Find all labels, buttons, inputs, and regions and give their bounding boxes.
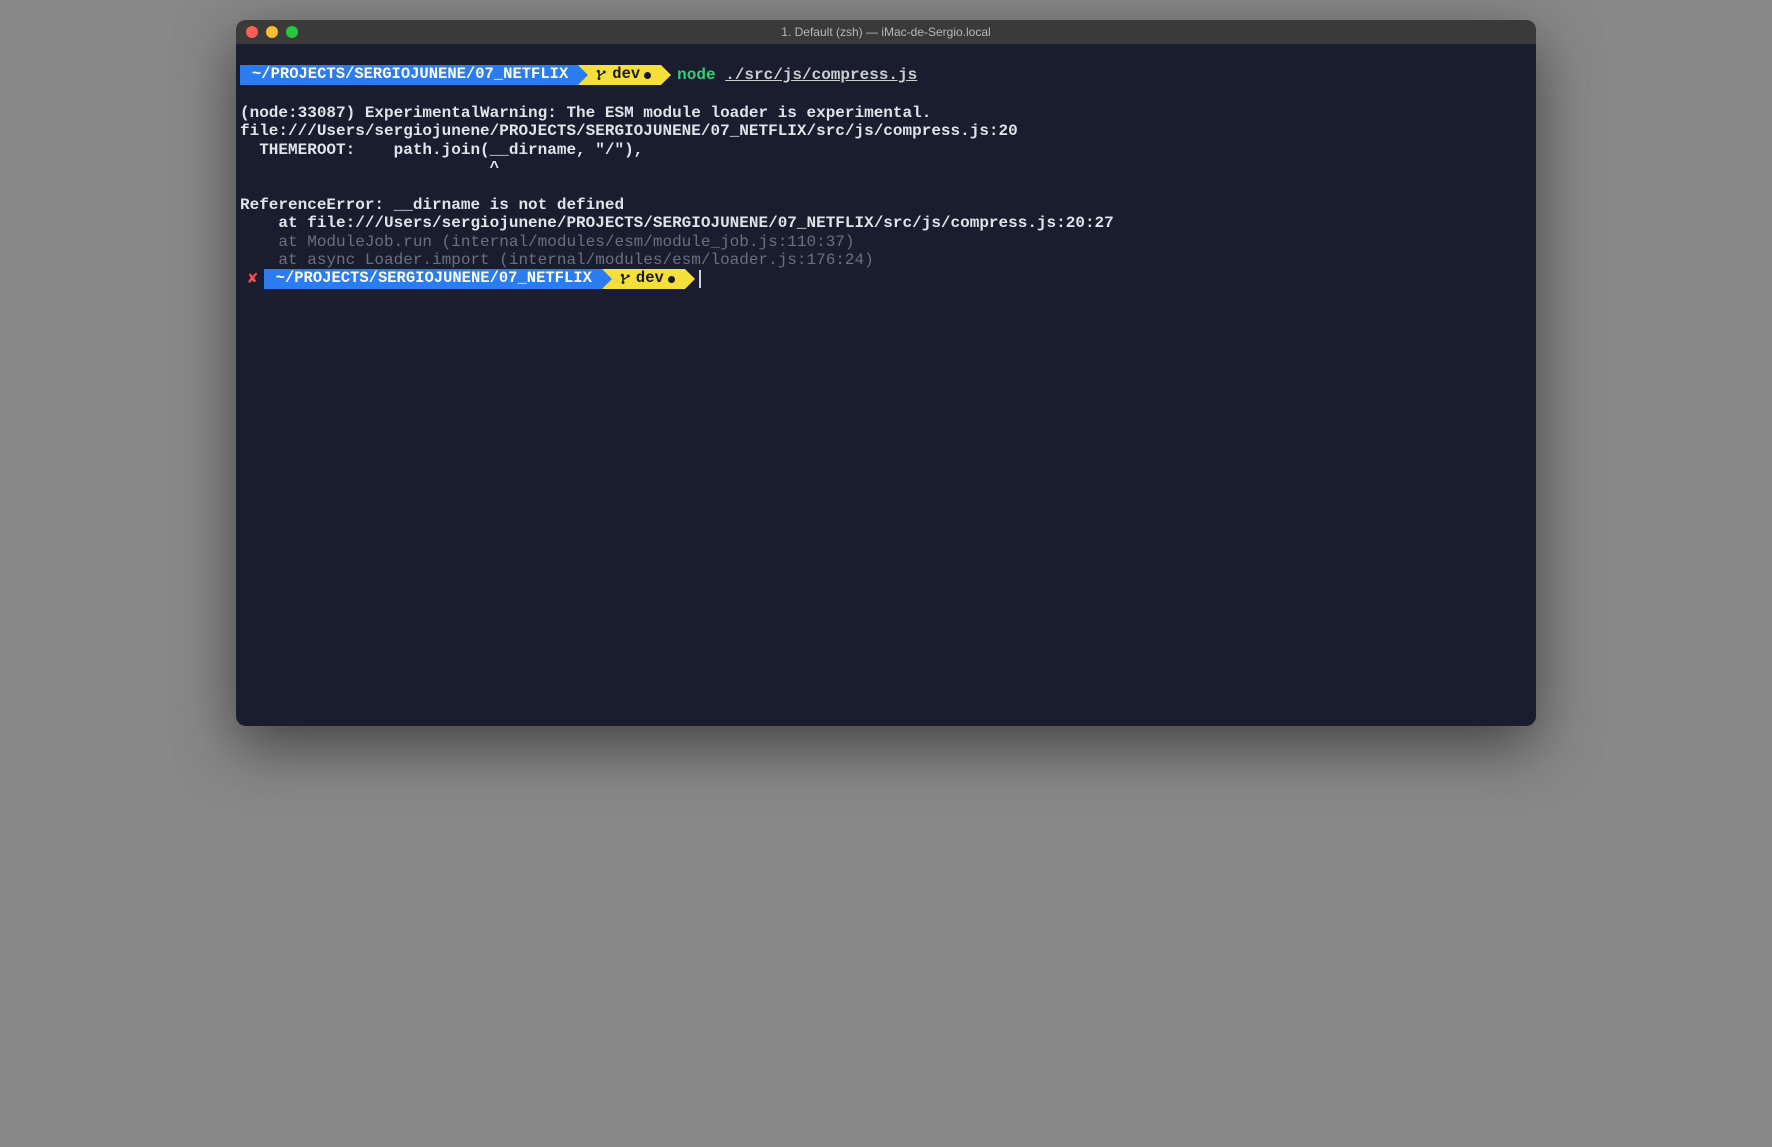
output-caret: ^ (240, 159, 499, 177)
prompt-line-2: ✘ ~/PROJECTS/SERGIOJUNENE/07_NETFLIX dev (240, 269, 1532, 289)
command-argument: ./src/js/compress.js (725, 66, 917, 84)
error-status-icon: ✘ (240, 270, 264, 288)
path-segment: ~/PROJECTS/SERGIOJUNENE/07_NETFLIX (264, 269, 602, 289)
branch-segment: dev (602, 269, 685, 289)
path-segment: ~/PROJECTS/SERGIOJUNENE/07_NETFLIX (240, 65, 578, 85)
output-line: (node:33087) ExperimentalWarning: The ES… (240, 104, 931, 122)
window-controls (246, 26, 298, 38)
git-branch-icon (596, 68, 608, 82)
git-branch-icon (620, 272, 632, 286)
terminal-window: 1. Default (zsh) — iMac-de-Sergio.local … (236, 20, 1536, 726)
titlebar[interactable]: 1. Default (zsh) — iMac-de-Sergio.local (236, 20, 1536, 44)
stack-frame-dim: at async Loader.import (internal/modules… (240, 251, 874, 269)
minimize-icon[interactable] (266, 26, 278, 38)
command-binary: node (677, 66, 715, 84)
maximize-icon[interactable] (286, 26, 298, 38)
path-text: ~/PROJECTS/SERGIOJUNENE/07_NETFLIX (252, 66, 568, 84)
output-line: THEMEROOT: path.join(__dirname, "/"), (240, 141, 643, 159)
error-heading: ReferenceError: __dirname is not defined (240, 196, 624, 214)
output-line: file:///Users/sergiojunene/PROJECTS/SERG… (240, 122, 1018, 140)
dirty-indicator-icon (668, 276, 675, 283)
branch-segment: dev (578, 65, 661, 85)
branch-name: dev (636, 270, 664, 288)
prompt-line-1: ~/PROJECTS/SERGIOJUNENE/07_NETFLIX dev nod… (240, 65, 1532, 85)
path-text: ~/PROJECTS/SERGIOJUNENE/07_NETFLIX (276, 270, 592, 288)
cursor[interactable] (699, 270, 701, 288)
window-title: 1. Default (zsh) — iMac-de-Sergio.local (781, 25, 990, 39)
branch-name: dev (612, 66, 640, 84)
terminal-content[interactable]: ~/PROJECTS/SERGIOJUNENE/07_NETFLIXdevnod… (236, 44, 1536, 726)
stack-frame: at file:///Users/sergiojunene/PROJECTS/S… (240, 214, 1114, 232)
command: node ./src/js/compress.js (661, 66, 917, 84)
stack-frame-dim: at ModuleJob.run (internal/modules/esm/m… (240, 233, 855, 251)
dirty-indicator-icon (644, 72, 651, 79)
close-icon[interactable] (246, 26, 258, 38)
